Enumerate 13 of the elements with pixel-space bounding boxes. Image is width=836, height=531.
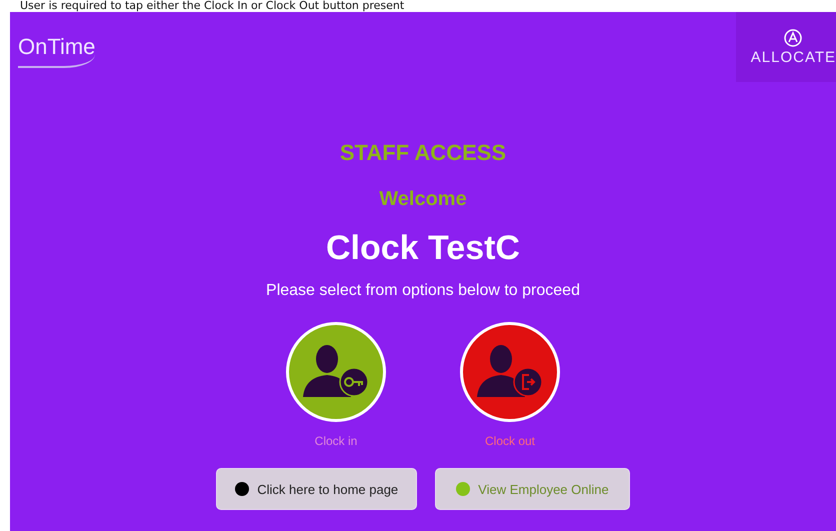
button-label: Clock in	[314, 434, 358, 448]
greeting: Welcome	[379, 188, 467, 211]
app-logo: OnTime	[18, 34, 96, 68]
exit-icon	[513, 367, 543, 397]
brand-logo-icon	[784, 28, 802, 46]
user-name: Clock TestC	[326, 229, 520, 268]
instruction: Please select from options below to proceed	[266, 282, 580, 300]
section-heading: STAFF ACCESS	[340, 140, 506, 166]
button-label: Clock out	[484, 434, 536, 448]
caption: User is required to tap either the Clock In or Clock Out button present	[19, 0, 404, 12]
brand-name: ALLOCATE	[750, 48, 836, 66]
nav-button[interactable]: Click here to home page	[216, 468, 418, 510]
key-icon	[339, 367, 369, 397]
